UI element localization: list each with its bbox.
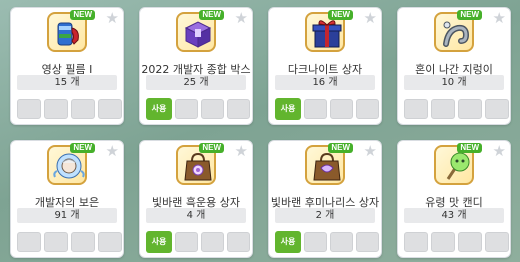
action-slots [404,232,509,252]
empty-slot [175,99,198,119]
new-badge: NEW [199,143,224,153]
favorite-star-icon[interactable]: ★ [235,144,248,159]
gift-box-icon [312,20,342,48]
item-count: 16 개 [275,75,375,90]
empty-slot [458,232,482,252]
empty-slot [201,99,224,119]
purple-box-icon [184,21,212,48]
empty-slot [44,232,68,252]
empty-slot [485,99,509,119]
item-icon-frame: NEW [434,143,482,185]
item-count: 25 개 [146,75,246,90]
empty-slot [431,232,455,252]
item-count: 2 개 [275,208,375,223]
favorite-star-icon[interactable]: ★ [106,11,119,26]
empty-slot [304,232,327,252]
empty-slot [98,99,122,119]
item-icon-frame: NEW [176,143,224,185]
empty-slot [98,232,122,252]
empty-slot [330,99,353,119]
item-card[interactable]: NEW ★ 유령 맛 캔디 43 개 [397,140,511,258]
favorite-star-icon[interactable]: ★ [493,144,506,159]
action-slots [404,99,509,119]
favorite-star-icon[interactable]: ★ [493,11,506,26]
item-grid: NEW ★ 영상 필름 I 15 개 NEW ★ 2022 개발자 종합 박스 … [10,7,511,258]
favorite-star-icon[interactable]: ★ [106,144,119,159]
item-icon-frame: NEW [47,143,95,185]
new-badge: NEW [457,143,482,153]
empty-slot [356,232,379,252]
item-count: 4 개 [146,208,246,223]
empty-slot [201,232,224,252]
item-card[interactable]: NEW ★ 빛바랜 흑운용 상자 4 개 사용 [139,140,253,258]
new-badge: NEW [70,10,95,20]
use-button[interactable]: 사용 [275,98,301,120]
empty-slot [404,99,428,119]
action-slots [304,232,379,252]
candy-icon [446,152,470,180]
empty-slot [17,99,41,119]
empty-slot [304,99,327,119]
new-badge: NEW [457,10,482,20]
item-card[interactable]: NEW ★ 빛바랜 후미나리스 상자 2 개 사용 [268,140,382,258]
empty-slot [330,232,353,252]
item-card[interactable]: NEW ★ 개발자의 보은 91 개 [10,140,124,258]
item-count: 15 개 [17,75,117,90]
item-icon-frame: NEW [176,10,224,52]
film-can-icon [57,22,79,46]
empty-slot [71,232,95,252]
shopping-bag-icon [313,152,341,181]
action-slots [17,99,122,119]
item-icon-frame: NEW [47,10,95,52]
item-card[interactable]: NEW ★ 영상 필름 I 15 개 [10,7,124,125]
item-icon-frame: NEW [305,143,353,185]
empty-slot [17,232,41,252]
item-count: 91 개 [17,208,117,223]
empty-slot [404,232,428,252]
item-card[interactable]: NEW ★ 다크나이트 상자 16 개 사용 [268,7,382,125]
use-button[interactable]: 사용 [275,231,301,253]
empty-slot [356,99,379,119]
use-button[interactable]: 사용 [146,231,172,253]
empty-slot [227,232,250,252]
favorite-star-icon[interactable]: ★ [235,11,248,26]
empty-slot [431,99,455,119]
action-slots [17,232,122,252]
empty-slot [485,232,509,252]
item-count: 10 개 [404,75,504,90]
new-badge: NEW [70,143,95,153]
action-slots [175,99,250,119]
favorite-star-icon[interactable]: ★ [364,11,377,26]
empty-slot [227,99,250,119]
action-slots [175,232,250,252]
empty-slot [458,99,482,119]
item-card[interactable]: NEW ★ 혼이 나간 지렁이 10 개 [397,7,511,125]
shopping-bag-icon [184,152,212,181]
new-badge: NEW [328,10,353,20]
use-button[interactable]: 사용 [146,98,172,120]
empty-slot [44,99,68,119]
item-count: 43 개 [404,208,504,223]
item-icon-frame: NEW [305,10,353,52]
favorite-star-icon[interactable]: ★ [364,144,377,159]
new-badge: NEW [199,10,224,20]
worm-icon [443,21,470,47]
item-icon-frame: NEW [434,10,482,52]
empty-slot [175,232,198,252]
item-card[interactable]: NEW ★ 2022 개발자 종합 박스 25 개 사용 [139,7,253,125]
angel-character-icon [53,153,85,179]
empty-slot [71,99,95,119]
new-badge: NEW [328,143,353,153]
action-slots [304,99,379,119]
